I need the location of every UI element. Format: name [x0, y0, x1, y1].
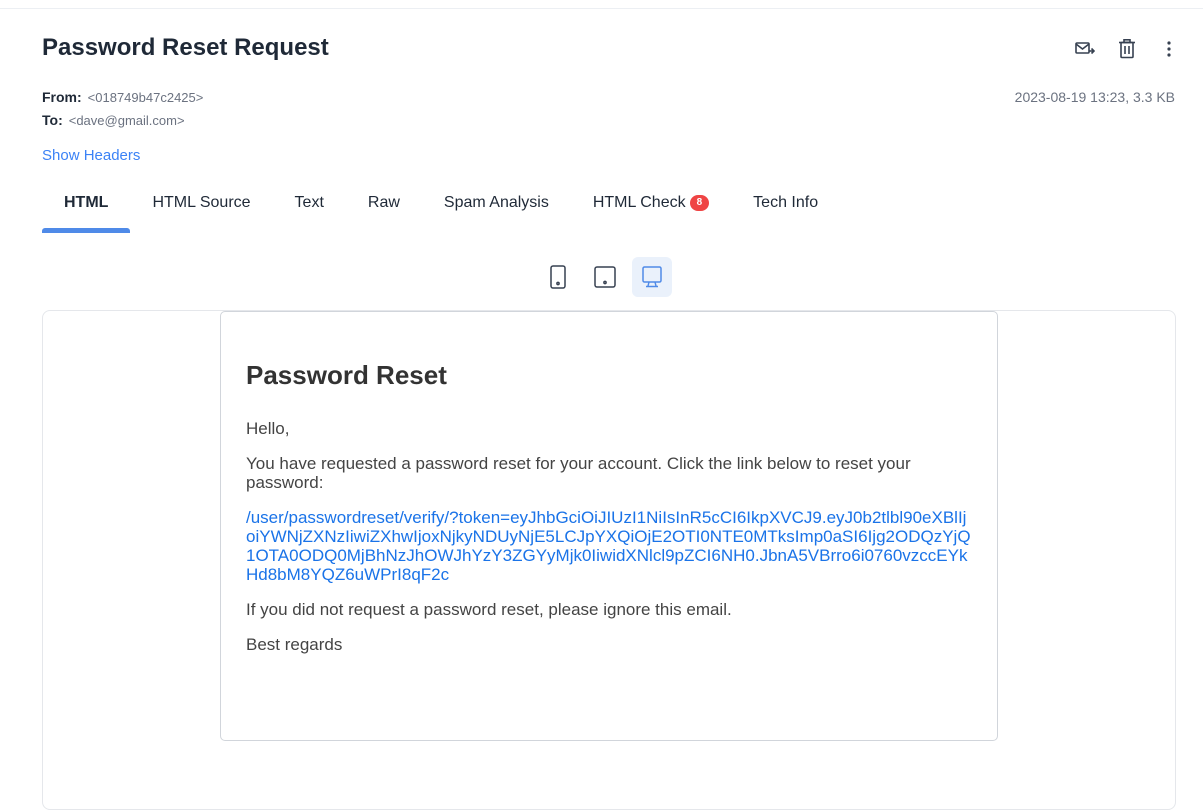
- email-subject: Password Reset Request: [42, 34, 329, 61]
- tab-raw[interactable]: Raw: [346, 193, 422, 233]
- from-value: <018749b47c2425>: [87, 90, 204, 105]
- tab-label: Tech Info: [753, 194, 819, 211]
- tab-html[interactable]: HTML: [42, 193, 131, 233]
- device-preview-switcher: [538, 257, 672, 297]
- tab-text[interactable]: Text: [273, 193, 346, 233]
- from-label: From:: [42, 89, 82, 105]
- show-headers-link[interactable]: Show Headers: [42, 147, 140, 164]
- more-vertical-icon: [1167, 41, 1171, 57]
- body-signoff: Best regards: [246, 635, 343, 654]
- email-body-card: Password Reset Hello, You have requested…: [220, 311, 998, 741]
- top-border: [0, 0, 1203, 9]
- desktop-icon: [642, 266, 662, 288]
- from-row: From: <018749b47c2425>: [42, 89, 203, 105]
- forward-button[interactable]: [1075, 38, 1095, 60]
- delete-button[interactable]: [1117, 38, 1137, 60]
- date-size: 2023-08-19 13:23, 3.3 KB: [1014, 89, 1175, 105]
- desktop-view-button[interactable]: [632, 257, 672, 297]
- tab-label: Spam Analysis: [443, 194, 549, 211]
- to-label: To:: [42, 112, 63, 128]
- tab-tech-info[interactable]: Tech Info: [731, 193, 840, 233]
- body-intro: You have requested a password reset for …: [246, 454, 911, 492]
- tab-label: Text: [294, 194, 324, 211]
- body-greeting: Hello,: [246, 419, 290, 438]
- more-button[interactable]: [1159, 38, 1179, 60]
- mobile-view-button[interactable]: [538, 257, 578, 297]
- forward-mail-icon: [1075, 42, 1095, 55]
- to-value: <dave@gmail.com>: [68, 113, 185, 128]
- tab-label: HTML: [64, 194, 109, 211]
- tab-label: HTML Source: [152, 194, 251, 211]
- tab-label: Raw: [367, 194, 400, 211]
- body-ignore-note: If you did not request a password reset,…: [246, 600, 732, 619]
- html-check-badge: 8: [689, 195, 710, 211]
- tab-html-source[interactable]: HTML Source: [130, 193, 272, 233]
- tab-html-check[interactable]: HTML Check 8: [571, 193, 731, 233]
- phone-icon: [550, 265, 566, 289]
- to-row: To: <dave@gmail.com>: [42, 112, 185, 128]
- email-actions: [1075, 38, 1179, 60]
- tablet-view-button[interactable]: [585, 257, 625, 297]
- tab-spam-analysis[interactable]: Spam Analysis: [422, 193, 571, 233]
- tab-label: HTML Check: [592, 194, 686, 211]
- reset-link[interactable]: /user/passwordreset/verify/?token=eyJhbG…: [246, 508, 973, 584]
- trash-icon: [1119, 39, 1135, 59]
- view-tabs: HTML HTML Source Text Raw Spam Analysis …: [42, 193, 840, 233]
- tablet-icon: [594, 266, 616, 288]
- body-heading: Password Reset: [246, 360, 447, 390]
